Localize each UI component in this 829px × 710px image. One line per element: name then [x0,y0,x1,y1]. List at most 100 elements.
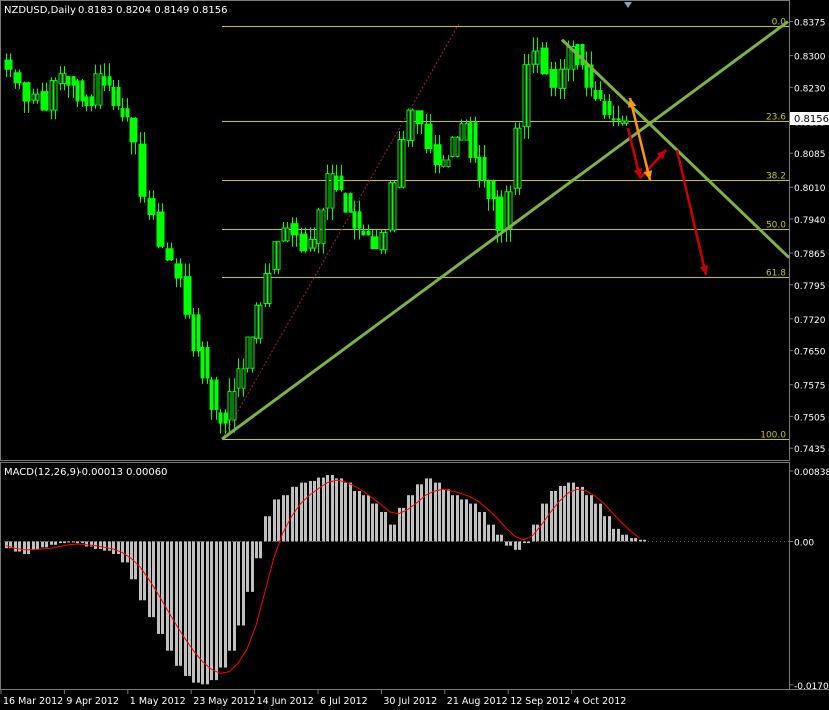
candle-body [13,72,18,84]
candle-body [553,68,558,88]
candle-body [102,76,107,86]
candle-body [540,47,545,75]
candle-body [218,412,223,424]
macd-bar [523,541,526,544]
price-tick-label: 0.7505 [794,413,826,423]
macd-bar [496,534,499,542]
macd-bar [36,541,39,550]
candle-body [31,93,36,101]
candle-body [22,82,27,102]
candle-body [303,233,308,252]
time-tick-label: 9 Apr 2012 [66,696,119,707]
candle-body [441,159,446,168]
macd-bar [192,541,195,683]
price-tick-label: 0.7940 [794,216,826,226]
macd-bar [349,482,352,542]
macd-panel-frame [0,462,790,690]
candle-body [17,72,22,84]
macd-bar [273,499,276,542]
candle-body [232,390,237,421]
support-trendline [221,20,789,441]
macd-tick-label: 0.00838 [794,468,829,478]
candle-body [602,100,607,116]
candle-body [107,76,112,86]
candle-body [450,136,455,158]
candle-body [352,211,357,229]
price-tick-label: 0.7575 [794,382,826,392]
price-panel-title: NZDUSD,Daily [4,5,76,16]
candle-body [361,230,366,236]
macd-bar [197,541,200,683]
candle-body [464,123,469,141]
candle-body [120,108,125,118]
price-tick-label: 0.7720 [794,316,826,326]
candle-body [433,144,438,166]
candle-body [71,76,76,86]
candle-body [196,314,201,352]
macd-panel-values: -0.00013 0.00060 [78,467,168,478]
macd-bar [576,486,579,542]
candle-body [214,379,219,411]
macd-bar [117,541,120,555]
macd-bar [460,499,463,542]
candle-body [191,314,196,352]
candle-body [424,123,429,150]
candle-body [325,173,330,209]
candle-body [330,173,335,209]
drawing-objects[interactable] [221,20,791,441]
candle-body [147,198,152,215]
resistance-trendline [560,38,791,259]
candle-body [276,241,281,270]
candle-body [406,109,411,141]
macd-bar [233,541,236,651]
macd-bar [411,495,414,542]
macd-bar [85,541,88,547]
macd-bar [259,541,262,559]
candle-body [66,76,71,86]
macd-bar [617,528,620,542]
macd-tick-label: 0.00 [794,538,814,548]
chart-shift-icon[interactable] [624,2,632,8]
macd-bar [23,541,26,555]
macd-bar [63,541,66,544]
candle-body [250,336,255,369]
macd-bar [375,503,378,542]
candle-body [209,379,214,411]
macd-bar [514,541,517,550]
macd-bar [161,541,164,634]
candle-body [486,180,491,200]
macd-bar [237,541,240,626]
macd-series [0,475,789,685]
candle-body [366,230,371,236]
macd-bar [608,516,611,542]
candle-body [187,276,192,315]
candle-body [49,80,54,111]
macd-bar [268,516,271,542]
candle-body [513,127,518,189]
macd-bar [224,541,227,668]
macd-bar [389,524,392,542]
candle-body [80,80,85,102]
macd-bar [32,541,35,550]
macd-bar [152,541,155,618]
candle-body [616,118,621,121]
macd-bar [139,541,142,601]
candle-body [258,304,263,339]
macd-bar [166,541,169,651]
time-tick-label: 6 Jul 2012 [320,696,368,707]
macd-bar [184,541,187,676]
candle-body [584,64,589,88]
candle-body [116,87,121,107]
candle-body [383,232,388,251]
macd-panel-title: MACD(12,26,9) [4,467,80,478]
macd-bar [367,495,370,542]
macd-bar [393,524,396,542]
macd-bar [188,541,191,676]
macd-bar [469,503,472,542]
candle-body [544,47,549,75]
macd-bar [465,499,468,542]
macd-bar [103,541,106,551]
macd-bar [438,482,441,542]
macd-bar [621,534,624,542]
range-arrow-orange [628,97,652,181]
